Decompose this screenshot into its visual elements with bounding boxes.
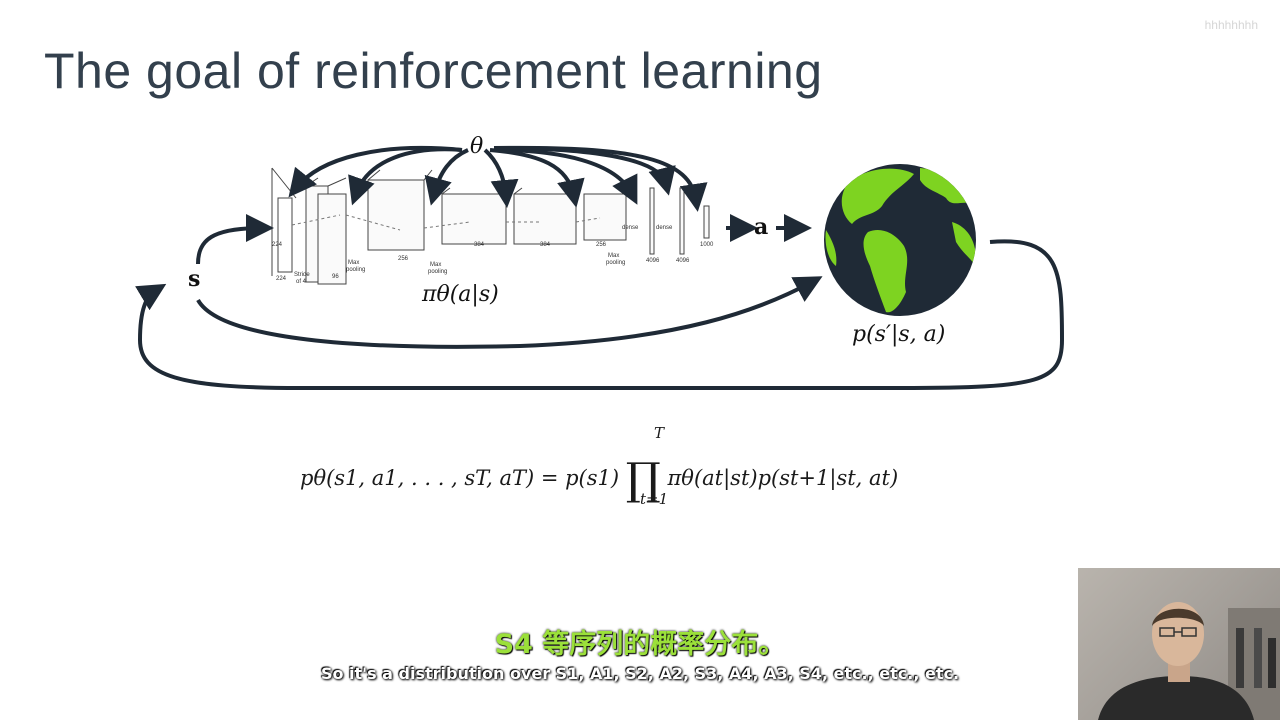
svg-text:pooling: pooling [428, 269, 447, 275]
subtitle-chinese: S4 等序列的概率分布。 [494, 629, 786, 660]
policy-label: πθ(a|s) [422, 282, 499, 307]
svg-text:256: 256 [398, 256, 409, 262]
equation-rhs: πθ(at|st)p(st+1|st, at) [667, 466, 899, 490]
net-label-maxpool-1: Max [348, 260, 359, 266]
state-to-policy-arrow [196, 214, 274, 265]
action-label: a [754, 214, 769, 240]
net-label-maxpool-2: Max [430, 262, 441, 268]
svg-text:1000: 1000 [700, 242, 714, 248]
net-label-maxpool-3: Max [608, 253, 619, 259]
product-upper-limit: T [654, 424, 665, 442]
svg-text:384: 384 [474, 242, 485, 248]
svg-text:pooling: pooling [346, 267, 365, 273]
svg-text:384: 384 [540, 242, 551, 248]
dynamics-label: p(s′|s, a) [852, 322, 946, 347]
net-label-dense-2: dense [656, 225, 673, 231]
theta-param-arrows [288, 145, 708, 212]
svg-text:96: 96 [332, 274, 339, 280]
net-label-of4: of 4 [296, 279, 307, 285]
cnn-network-figure [271, 167, 710, 285]
equation-lhs: pθ(s1, a1, . . . , sT, aT) = p(s1) [300, 466, 620, 490]
state-label: s [188, 266, 201, 292]
theta-label: θ [470, 134, 484, 159]
trajectory-equation: pθ(s1, a1, . . . , sT, aT) = p(s1) ∏ πθ(… [300, 454, 898, 505]
svg-text:224: 224 [276, 276, 287, 282]
svg-text:pooling: pooling [606, 260, 625, 266]
svg-text:224: 224 [272, 242, 283, 248]
net-label-dense-1: dense [622, 225, 639, 231]
svg-text:4096: 4096 [646, 258, 660, 264]
earth-globe-icon [824, 164, 976, 316]
net-label-stride: Stride [294, 272, 310, 278]
subtitle-english: So it's a distribution over S1, A1, S2, … [320, 664, 960, 683]
svg-text:256: 256 [596, 242, 607, 248]
svg-text:4096: 4096 [676, 258, 690, 264]
product-lower-limit: t=1 [640, 490, 669, 508]
state-to-env-arrow [196, 276, 823, 349]
